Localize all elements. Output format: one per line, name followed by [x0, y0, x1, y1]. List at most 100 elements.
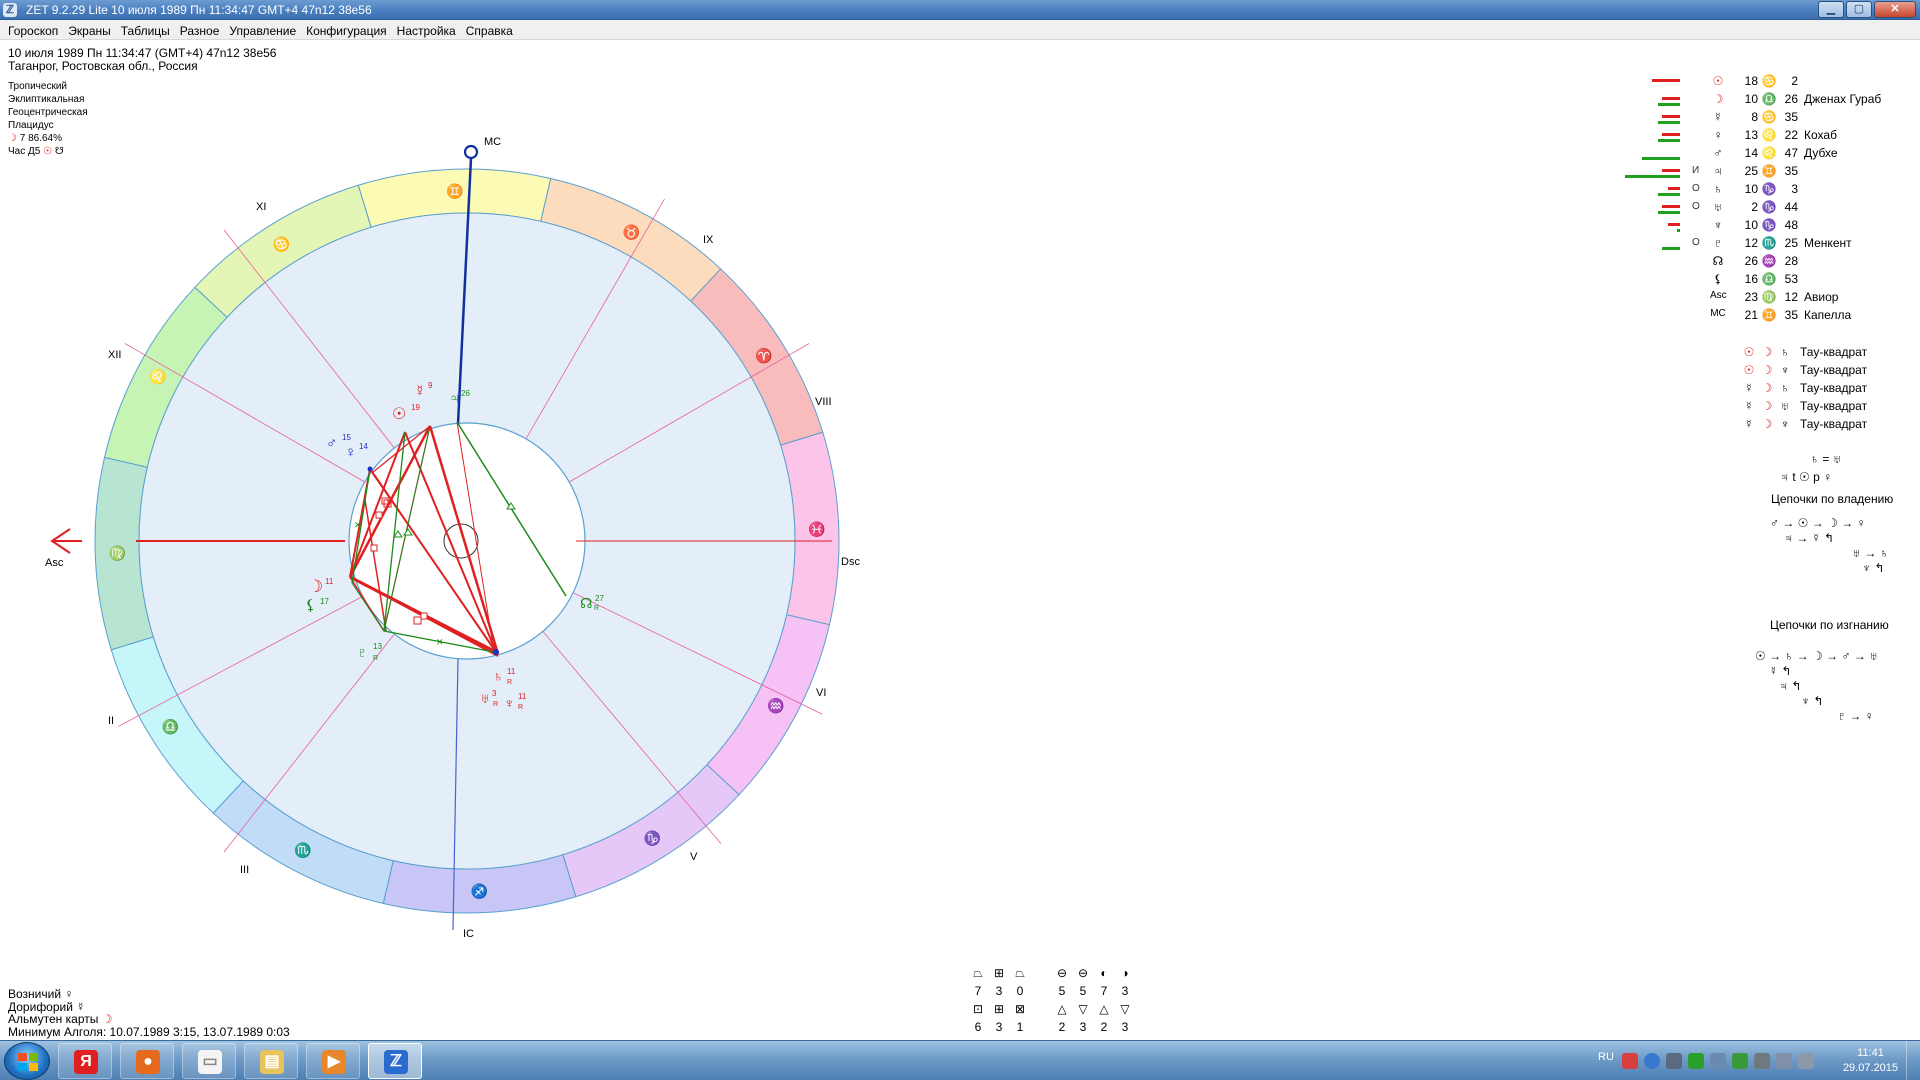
app-icon[interactable]: ℤ: [3, 3, 17, 17]
menu-configuration[interactable]: Конфигурация: [302, 20, 393, 39]
pluto-degree: 13: [373, 642, 382, 651]
show-desktop-button[interactable]: [1906, 1041, 1920, 1080]
checkmark-icon[interactable]: [1688, 1053, 1704, 1069]
planet-row[interactable]: ☽ 10 ♎ 26 Дженах Гураб: [1630, 92, 1920, 110]
menu-help[interactable]: Справка: [462, 20, 519, 39]
house-iii-label: III: [240, 864, 249, 876]
network-icon[interactable]: [1776, 1053, 1792, 1069]
planet-row[interactable]: MC 21 ♊ 35 Капелла: [1630, 308, 1920, 326]
tray-app-icon[interactable]: [1666, 1053, 1682, 1069]
taskbar-app-explorer[interactable]: ▤: [244, 1043, 298, 1079]
configuration-planet-icon: ☿: [1744, 417, 1754, 431]
pluto-icon[interactable]: ♇: [357, 644, 368, 660]
planet-row[interactable]: ♂ 14 ♌ 47 Дубхе: [1630, 146, 1920, 164]
moon-icon[interactable]: ☽: [308, 577, 323, 596]
tray-nvidia-icon[interactable]: [1732, 1053, 1748, 1069]
saturn-icon[interactable]: ♄: [493, 668, 504, 684]
planet-glyph-icon: ☊: [1712, 254, 1724, 268]
maximize-button[interactable]: ▢: [1846, 1, 1872, 18]
planet-glyph-icon: ♄: [1713, 182, 1723, 196]
language-indicator[interactable]: RU: [1598, 1051, 1614, 1063]
planet-point: [493, 649, 499, 655]
planet-row[interactable]: ♆ 10 ♑ 48: [1630, 218, 1920, 236]
volume-icon[interactable]: [1798, 1053, 1814, 1069]
planet-degree: 8: [1751, 110, 1758, 124]
menu-control[interactable]: Управление: [225, 20, 302, 39]
taskbar-app-document[interactable]: ▭: [182, 1043, 236, 1079]
taskbar-app-yandex[interactable]: Я: [58, 1043, 112, 1079]
dignity-bars: [1610, 94, 1680, 108]
configuration-row[interactable]: ☉ ☽ ♆ Тау-квадрат: [1740, 363, 1867, 381]
mars-icon[interactable]: ♂: [326, 435, 337, 452]
taskbar-app-firefox[interactable]: ●: [120, 1043, 174, 1079]
start-button[interactable]: [4, 1042, 50, 1080]
dignity-bar-red: [1662, 169, 1680, 172]
planet-degree: 18: [1744, 74, 1758, 88]
help-icon[interactable]: [1644, 1053, 1660, 1069]
exile-chain-row: ☉ → ♄ → ☽ → ♂ → ♅: [1755, 649, 1879, 663]
mercury-icon[interactable]: ☿: [414, 383, 426, 400]
planet-degree: 13: [1744, 128, 1758, 142]
tray-device-icon[interactable]: [1710, 1053, 1726, 1069]
moon-icon: ☽: [101, 1012, 113, 1026]
tray-flag-icon[interactable]: [1622, 1053, 1638, 1069]
planet-row[interactable]: ⚸ 16 ♎ 53: [1630, 272, 1920, 290]
configuration-planet-icon: ☿: [1744, 399, 1754, 413]
menu-horoscope[interactable]: Гороскоп: [4, 20, 64, 39]
jupiter-icon[interactable]: ♃: [449, 390, 460, 407]
tray-usb-icon[interactable]: [1754, 1053, 1770, 1069]
configuration-planet-icon: ☽: [1761, 381, 1773, 395]
planet-row[interactable]: О ♄ 10 ♑ 3: [1630, 182, 1920, 200]
clock-time: 11:41: [1857, 1047, 1884, 1059]
planet-row[interactable]: ☿ 8 ♋ 35: [1630, 110, 1920, 128]
configuration-label: Тау-квадрат: [1800, 345, 1868, 359]
planet-row[interactable]: Asc 23 ♍ 12 Авиор: [1630, 290, 1920, 308]
taskbar-app-zet[interactable]: ℤ: [368, 1043, 422, 1079]
rulership-chain-row: ♂ → ☉ → ☽ → ♀: [1770, 516, 1866, 530]
neptune-icon[interactable]: ♆: [504, 695, 515, 711]
saturn-degree: 11: [507, 667, 516, 676]
element-count: 6: [974, 1020, 982, 1034]
menu-tables[interactable]: Таблицы: [117, 20, 176, 39]
element-count: 2: [1100, 1020, 1108, 1034]
house-vi-label: VI: [816, 687, 826, 699]
uranus-icon[interactable]: ♅: [480, 690, 491, 706]
planet-degree: 26: [1744, 254, 1758, 268]
menu-screens[interactable]: Экраны: [64, 20, 116, 39]
configuration-label: Тау-квадрат: [1800, 399, 1868, 413]
menu-misc[interactable]: Разное: [176, 20, 226, 39]
element-count: 3: [1121, 1020, 1129, 1034]
planet-row[interactable]: ♀ 13 ♌ 22 Кохаб: [1630, 128, 1920, 146]
planet-degree: 21: [1744, 308, 1758, 322]
configuration-row[interactable]: ☿ ☽ ♅ Тау-квадрат: [1740, 399, 1868, 417]
planet-row[interactable]: О ♇ 12 ♏ 25 Менкент: [1630, 236, 1920, 254]
venus-icon[interactable]: ♀: [345, 444, 356, 461]
sun-degree: 19: [411, 403, 420, 412]
planet-row[interactable]: ☊ 26 ♒ 28: [1630, 254, 1920, 272]
planet-sign-icon: ♋: [1761, 110, 1777, 124]
menu-settings[interactable]: Настройка: [393, 20, 462, 39]
planet-degree: 10: [1744, 92, 1758, 106]
close-button[interactable]: ✕: [1874, 1, 1916, 18]
configuration-row[interactable]: ☿ ☽ ♄ Тау-квадрат: [1740, 381, 1868, 399]
ic-label: IC: [463, 928, 474, 940]
zodiac-sign-icon: ♑: [644, 830, 661, 847]
clock-date: 29.07.2015: [1842, 1062, 1898, 1074]
planet-row[interactable]: И ♃ 25 ♊ 35: [1625, 164, 1920, 182]
north-node-icon[interactable]: ☊: [580, 595, 592, 611]
configuration-row[interactable]: ☉ ☽ ♄ Тау-квадрат: [1740, 345, 1867, 363]
element-symbol-icon: ◐: [1100, 966, 1108, 980]
planet-mark: О: [1692, 183, 1700, 194]
sun-icon[interactable]: ☉: [392, 406, 406, 423]
lilith-icon[interactable]: ⚸: [305, 597, 316, 614]
configuration-row[interactable]: ☿ ☽ ♆ Тау-квадрат: [1740, 417, 1868, 435]
natal-chart-wheel[interactable]: ♊♉♈♓♒♑♐♏♎♍♌♋ MC IC Asc Dsc XI IX VIII VI…: [0, 40, 900, 960]
minimize-button[interactable]: ▁: [1818, 1, 1844, 18]
planet-row[interactable]: ☉ 18 ♋ 2: [1630, 74, 1920, 92]
planet-sign-icon: ♊: [1761, 164, 1777, 178]
system-clock[interactable]: 11:41 29.07.2015: [1843, 1046, 1898, 1076]
taskbar-app-media[interactable]: ▶: [306, 1043, 360, 1079]
dignity-bars: [1610, 202, 1680, 216]
neptune-degree: 11: [518, 692, 527, 701]
planet-row[interactable]: О ♅ 2 ♑ 44: [1630, 200, 1920, 218]
